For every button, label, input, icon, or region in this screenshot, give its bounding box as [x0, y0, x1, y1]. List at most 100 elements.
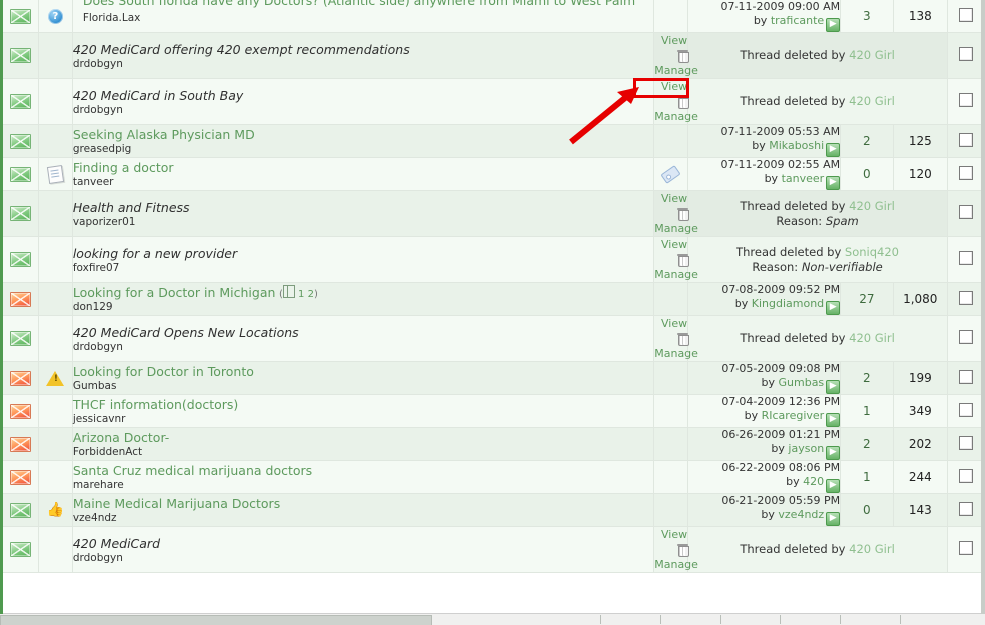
row-select-cell[interactable]: [947, 394, 984, 428]
table-row[interactable]: ! Looking for Doctor in Toronto Gumbas 07-0…: [3, 361, 984, 395]
thread-title-link[interactable]: looking for a new provider: [73, 246, 237, 261]
thread-title-cell[interactable]: Looking for a Doctor in Michigan ( 1 2) d…: [72, 282, 655, 316]
view-link[interactable]: View: [661, 317, 687, 330]
view-link[interactable]: View: [661, 528, 687, 541]
thread-title-cell[interactable]: THCF information(doctors) jessicavnr: [72, 394, 655, 428]
row-select-cell[interactable]: [947, 0, 984, 33]
trash-icon[interactable]: [677, 254, 690, 267]
row-select-cell[interactable]: [947, 427, 984, 461]
table-row[interactable]: Health and Fitness vaporizer01 View Manage T…: [3, 190, 984, 237]
deleted-by-user[interactable]: 420 Girl: [849, 94, 895, 108]
thread-title-link[interactable]: 420 MediCard in South Bay: [73, 88, 243, 103]
scrollbar-thumb[interactable]: [0, 615, 432, 625]
row-select-cell[interactable]: [947, 361, 984, 395]
last-post-user[interactable]: Gumbas: [779, 376, 825, 389]
deleted-by-user[interactable]: 420 Girl: [849, 542, 895, 556]
thread-title-link[interactable]: Maine Medical Marijuana Doctors: [73, 496, 280, 511]
table-row[interactable]: 420 MediCard Opens New Locations drdobgyn…: [3, 315, 984, 362]
thread-title-link[interactable]: 420 MediCard: [73, 536, 160, 551]
thread-title-cell[interactable]: Does South florida have any Doctors? (At…: [72, 0, 655, 33]
table-row[interactable]: ? Does South florida have any Doctors? (A…: [3, 0, 984, 33]
manage-link[interactable]: Manage: [654, 64, 698, 77]
row-checkbox[interactable]: [958, 165, 973, 180]
row-select-cell[interactable]: [947, 124, 984, 158]
table-row[interactable]: looking for a new provider foxfire07 View M…: [3, 236, 984, 283]
thread-title-cell[interactable]: 420 MediCard drdobgyn: [72, 526, 655, 573]
last-post-user[interactable]: RIcaregiver: [762, 409, 825, 422]
last-post-user[interactable]: jayson: [788, 442, 824, 455]
thread-title-cell[interactable]: 420 MediCard Opens New Locations drdobgyn: [72, 315, 655, 362]
thread-title-cell[interactable]: Maine Medical Marijuana Doctors vze4ndz: [72, 493, 655, 527]
thread-title-link[interactable]: THCF information(doctors): [73, 397, 238, 412]
row-select-cell[interactable]: [947, 78, 984, 125]
last-post-user[interactable]: traficante: [771, 14, 824, 27]
thread-title-link[interactable]: 420 MediCard offering 420 exempt recomme…: [73, 42, 410, 57]
row-checkbox[interactable]: [958, 290, 973, 305]
goto-last-post-icon[interactable]: ▶: [826, 446, 841, 460]
row-select-cell[interactable]: [947, 315, 984, 362]
last-post-user[interactable]: 420: [803, 475, 824, 488]
page-link[interactable]: 1: [298, 289, 304, 300]
table-row[interactable]: Arizona Doctor- ForbiddenAct 06-26-2009 01…: [3, 427, 984, 461]
thread-title-cell[interactable]: Health and Fitness vaporizer01: [72, 190, 655, 237]
table-row[interactable]: 420 MediCard offering 420 exempt recomme…: [3, 32, 984, 79]
thread-title-link[interactable]: 420 MediCard Opens New Locations: [73, 325, 299, 340]
row-checkbox[interactable]: [958, 93, 973, 107]
manage-link[interactable]: Manage: [654, 347, 698, 360]
last-post-user[interactable]: Kingdiamond: [752, 297, 824, 310]
row-select-cell[interactable]: [947, 32, 984, 79]
deleted-by-user[interactable]: 420 Girl: [849, 331, 895, 345]
thread-title-cell[interactable]: 420 MediCard offering 420 exempt recomme…: [72, 32, 655, 79]
goto-last-post-icon[interactable]: ▶: [826, 301, 841, 315]
row-select-cell[interactable]: [947, 190, 984, 237]
row-checkbox[interactable]: [958, 369, 973, 384]
trash-icon[interactable]: [677, 544, 690, 557]
deleted-by-user[interactable]: Soniq420: [845, 245, 899, 259]
horizontal-scrollbar[interactable]: [0, 613, 985, 625]
thread-title-link[interactable]: Looking for a Doctor in Michigan: [73, 285, 276, 300]
goto-last-post-icon[interactable]: ▶: [826, 479, 841, 493]
thread-title-link[interactable]: Health and Fitness: [73, 200, 190, 215]
manage-link[interactable]: Manage: [654, 222, 698, 235]
deleted-by-user[interactable]: 420 Girl: [849, 199, 895, 213]
row-checkbox[interactable]: [958, 468, 973, 483]
thread-title-cell[interactable]: Santa Cruz medical marijuana doctors mare…: [72, 460, 655, 494]
thread-title-link[interactable]: Looking for Doctor in Toronto: [73, 364, 254, 379]
table-row[interactable]: Santa Cruz medical marijuana doctors mare…: [3, 460, 984, 494]
trash-icon[interactable]: [677, 50, 690, 63]
row-select-cell[interactable]: [947, 460, 984, 494]
goto-last-post-icon[interactable]: ▶: [826, 380, 841, 394]
row-select-cell[interactable]: [947, 236, 984, 283]
thread-title-link[interactable]: Does South florida have any Doctors? (At…: [83, 0, 635, 8]
view-link[interactable]: View: [661, 34, 687, 47]
goto-last-post-icon[interactable]: ▶: [826, 143, 841, 157]
table-row[interactable]: Finding a doctor tanveer 07-11-2009 02:55 …: [3, 157, 984, 191]
row-checkbox[interactable]: [958, 402, 973, 417]
goto-last-post-icon[interactable]: ▶: [826, 18, 841, 32]
thread-title-link[interactable]: Arizona Doctor-: [73, 430, 169, 445]
row-select-cell[interactable]: [947, 157, 984, 191]
row-checkbox[interactable]: [958, 132, 973, 147]
row-checkbox[interactable]: [958, 501, 973, 516]
thread-title-link[interactable]: Finding a doctor: [73, 160, 174, 175]
table-row[interactable]: THCF information(doctors) jessicavnr 07-04…: [3, 394, 984, 428]
page-link[interactable]: 2: [308, 289, 314, 300]
thread-title-cell[interactable]: Looking for Doctor in Toronto Gumbas: [72, 361, 655, 395]
last-post-user[interactable]: vze4ndz: [778, 508, 824, 521]
row-select-cell[interactable]: [947, 282, 984, 316]
view-link[interactable]: View: [661, 238, 687, 251]
view-link[interactable]: View: [661, 192, 687, 205]
manage-link[interactable]: Manage: [654, 110, 698, 123]
row-checkbox[interactable]: [958, 435, 973, 450]
row-select-cell[interactable]: [947, 493, 984, 527]
trash-icon[interactable]: [677, 333, 690, 346]
row-checkbox[interactable]: [958, 330, 973, 344]
goto-last-post-icon[interactable]: ▶: [826, 176, 841, 190]
goto-last-post-icon[interactable]: ▶: [826, 413, 841, 427]
row-checkbox[interactable]: [958, 541, 973, 555]
last-post-user[interactable]: tanveer: [782, 172, 825, 185]
manage-link[interactable]: Manage: [654, 268, 698, 281]
table-row[interactable]: 420 MediCard in South Bay drdobgyn View Man…: [3, 78, 984, 125]
thread-title-cell[interactable]: looking for a new provider foxfire07: [72, 236, 655, 283]
row-checkbox[interactable]: [958, 205, 973, 219]
